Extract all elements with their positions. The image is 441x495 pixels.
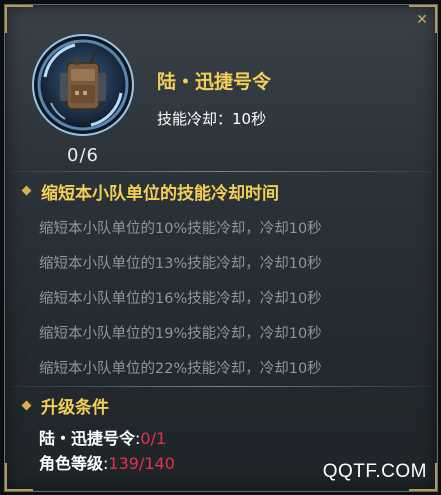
- requirement-total: /140: [138, 454, 175, 473]
- requirement-total: /1: [150, 429, 167, 448]
- effect-row: 缩短本小队单位的13%技能冷却，冷却10秒: [39, 256, 322, 272]
- requirement-current: 0: [140, 429, 151, 448]
- divider: [11, 171, 431, 172]
- requirement-label: 陆・迅捷号令: [39, 429, 136, 448]
- skill-portrait-icon: [32, 34, 134, 136]
- skill-name: 陆・迅捷号令: [157, 71, 272, 93]
- effect-row: 缩短本小队单位的22%技能冷却，冷却10秒: [39, 361, 322, 377]
- frame-corner-top-left: [5, 5, 33, 33]
- upgrade-requirement-skill: 陆・迅捷号令:0/1: [39, 425, 166, 449]
- diamond-bullet-icon: [21, 185, 32, 196]
- skill-tooltip-panel: ✕ 0/6 陆・迅捷号令 技能冷却：10秒 缩短本小队单位的技能冷却时间 缩短本…: [4, 4, 438, 492]
- requirement-current: 139: [108, 454, 139, 473]
- requirement-label: 角色等级: [39, 454, 104, 473]
- diamond-bullet-icon: [21, 400, 32, 411]
- close-icon[interactable]: ✕: [415, 13, 429, 27]
- effect-row: 缩短本小队单位的10%技能冷却，冷却10秒: [39, 221, 322, 237]
- divider: [11, 386, 431, 387]
- skill-cooldown: 技能冷却：10秒: [157, 110, 267, 128]
- watermark: QQTF.COM: [322, 461, 427, 482]
- effect-title: 缩短本小队单位的技能冷却时间: [41, 184, 279, 204]
- effect-row: 缩短本小队单位的19%技能冷却，冷却10秒: [39, 326, 322, 342]
- frame-corner-bottom-left: [5, 463, 33, 491]
- upgrade-title: 升级条件: [41, 398, 109, 418]
- upgrade-requirement-level: 角色等级:139/140: [39, 450, 175, 474]
- skill-level-counter: 0/6: [67, 145, 99, 166]
- effect-row: 缩短本小队单位的16%技能冷却，冷却10秒: [39, 291, 322, 307]
